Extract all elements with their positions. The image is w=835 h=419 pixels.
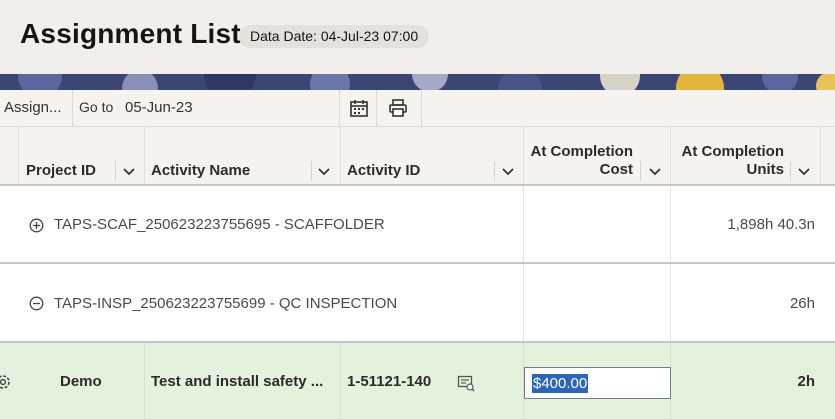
page-title: Assignment List [20,18,241,49]
column-label-line1: At Completion [681,143,785,160]
column-activity-id[interactable]: Activity ID [341,127,524,184]
cell-divider [670,186,671,262]
wbs-label: TAPS-SCAF_250623223755695 - SCAFFOLDER [54,216,385,233]
column-activity-name[interactable]: Activity Name [145,127,341,184]
view-selector[interactable]: Assign... [4,99,62,116]
column-label: Project ID [26,162,97,179]
column-at-completion-units[interactable]: At Completion Units [671,127,821,184]
decorative-banner [0,74,835,90]
cell-divider [144,343,145,419]
toolbar-divider [376,90,377,126]
column-label: Activity ID [347,162,421,179]
chevron-down-icon[interactable] [122,166,136,178]
wbs-row[interactable]: TAPS-INSP_250623223755699 - QC INSPECTIO… [0,264,835,343]
column-label-line1: At Completion [530,143,634,160]
header-divider [640,161,641,181]
gear-icon[interactable] [0,373,12,391]
wbs-row[interactable]: TAPS-SCAF_250623223755695 - SCAFFOLDER 1… [0,186,835,264]
activity-row[interactable]: Demo Test and install safety ... 1-51121… [0,343,835,419]
column-label: At Completion Units [682,143,785,179]
units-cell: 2h [797,373,815,390]
goto-label: Go to [79,99,114,115]
units-value: 1,898h 40.3n [727,216,815,233]
collapse-icon[interactable] [29,296,44,311]
column-label: At Completion Cost [531,143,634,179]
cell-divider [523,264,524,341]
notes-icon[interactable] [457,374,475,392]
toolbar-divider [421,90,422,126]
column-at-completion-cost[interactable]: At Completion Cost [524,127,671,184]
column-label-line2: Units [746,161,785,178]
expand-icon[interactable] [29,218,44,233]
toolbar: Assign... Go to 05-Jun-23 [0,90,835,127]
column-label-line2: Cost [599,161,633,178]
toolbar-divider [339,90,340,126]
header-divider [494,161,495,181]
cost-input-value: $400.00 [532,374,589,393]
header-divider [311,161,312,181]
toolbar-divider [72,90,73,126]
activity-name-cell: Test and install safety ... [151,373,324,390]
cell-divider [670,264,671,341]
units-value: 26h [789,295,815,312]
column-header-row: Project ID Activity Name Activity ID At … [0,127,835,186]
goto-date-field[interactable]: 05-Jun-23 [125,99,193,116]
chevron-down-icon[interactable] [317,166,331,178]
project-id-cell: Demo [60,373,102,390]
chevron-down-icon[interactable] [797,166,811,178]
activity-id-cell: 1-51121-140 [347,373,432,390]
header-divider [790,161,791,181]
data-date-badge: Data Date: 04-Jul-23 07:00 [239,25,430,48]
cell-divider [340,343,341,419]
chevron-down-icon[interactable] [501,166,515,178]
wbs-label: TAPS-INSP_250623223755699 - QC INSPECTIO… [54,295,398,312]
row-gutter-header [0,127,19,184]
cell-divider [523,186,524,262]
cost-input[interactable]: $400.00 [524,367,671,399]
chevron-down-icon[interactable] [648,166,662,178]
header-divider [115,161,116,181]
page-header: Assignment List Data Date: 04-Jul-23 07:… [0,0,835,74]
calendar-icon[interactable] [346,95,372,121]
print-icon[interactable] [385,95,411,121]
column-label: Activity Name [151,162,251,179]
column-project-id[interactable]: Project ID [19,127,145,184]
